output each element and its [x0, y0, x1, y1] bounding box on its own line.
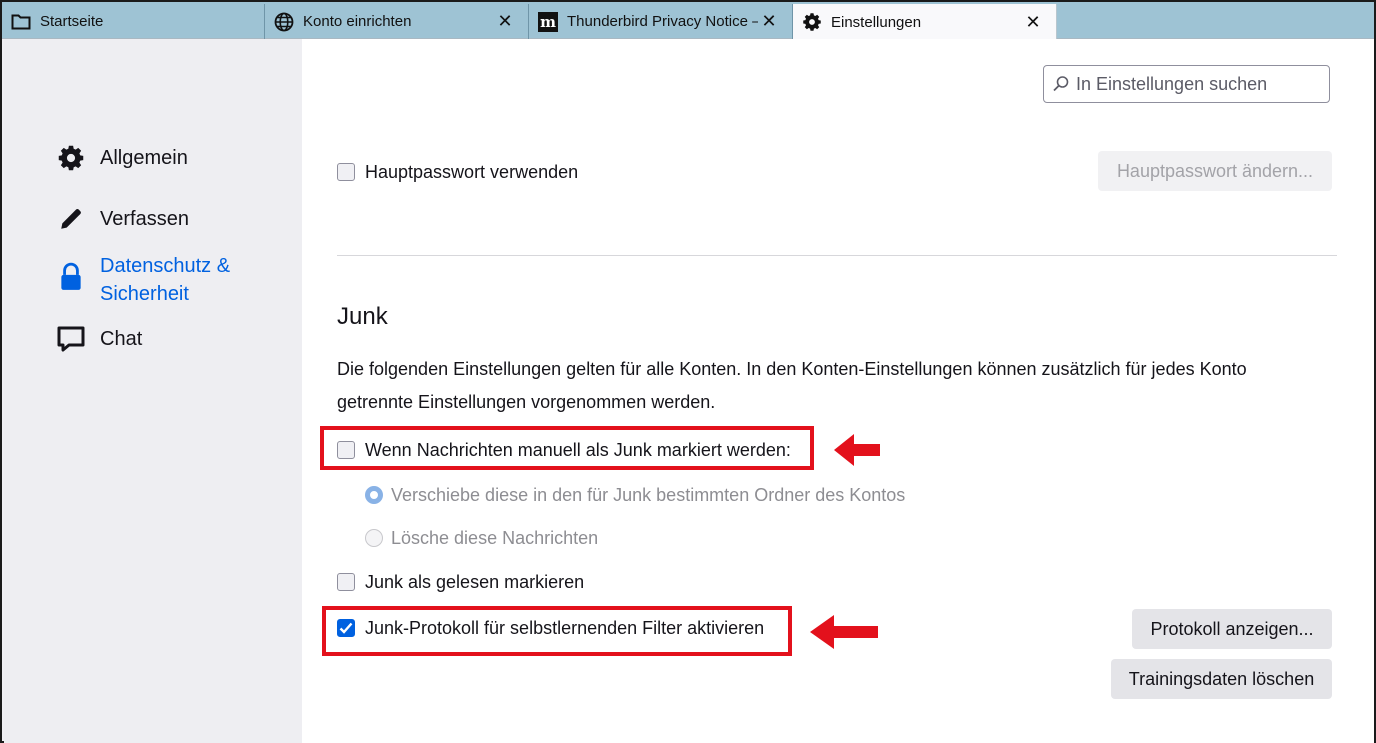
tab-einstellungen[interactable]: Einstellungen ✕: [793, 4, 1057, 40]
search-icon: [1053, 76, 1069, 92]
close-icon[interactable]: ✕: [758, 11, 780, 33]
mark-read-checkbox[interactable]: [337, 573, 355, 591]
sidebar-item-chat[interactable]: Chat: [56, 324, 142, 354]
sidebar-item-label: Verfassen: [100, 208, 189, 230]
tab-label: Konto einrichten: [303, 13, 412, 30]
globe-icon: [274, 12, 294, 32]
mark-read-row[interactable]: Junk als gelesen markieren: [337, 571, 584, 593]
sidebar-item-verfassen[interactable]: Verfassen: [56, 204, 189, 234]
sidebar: Allgemein Verfassen Datenschutz & Sicher…: [4, 39, 302, 743]
radio-move[interactable]: [365, 486, 383, 504]
search-input[interactable]: [1074, 72, 1318, 96]
master-password-row[interactable]: Hauptpasswort verwenden: [337, 161, 578, 183]
tab-startseite[interactable]: Startseite: [2, 4, 265, 39]
tab-bar: Startseite Konto einrichten ✕ m Thunderb…: [2, 2, 1374, 40]
sidebar-item-datenschutz[interactable]: Datenschutz & Sicherheit: [56, 252, 230, 308]
highlight-box: [320, 426, 814, 470]
master-password-label: Hauptpasswort verwenden: [365, 161, 579, 182]
sidebar-item-label-line2: Sicherheit: [100, 283, 189, 305]
mark-read-label: Junk als gelesen markieren: [365, 571, 585, 592]
highlight-box: [322, 606, 792, 656]
sidebar-item-label-line1: Datenschutz &: [100, 255, 231, 277]
folder-icon: [11, 12, 31, 32]
show-log-button[interactable]: Protokoll anzeigen...: [1132, 609, 1332, 649]
reset-training-button[interactable]: Trainingsdaten löschen: [1111, 659, 1332, 699]
radio-delete[interactable]: [365, 529, 383, 547]
arrow-left-icon: [834, 434, 880, 466]
tab-konto-einrichten[interactable]: Konto einrichten ✕: [265, 4, 529, 39]
sidebar-item-label: Datenschutz & Sicherheit: [100, 252, 230, 308]
section-heading-junk: Junk: [337, 302, 388, 330]
mozilla-m-icon: m: [538, 11, 558, 32]
settings-content: Hauptpasswort verwenden Hauptpasswort än…: [302, 39, 1374, 743]
section-divider: [337, 255, 1337, 256]
change-master-password-button[interactable]: Hauptpasswort ändern...: [1098, 151, 1332, 191]
close-icon[interactable]: ✕: [1022, 11, 1044, 33]
tab-label: Startseite: [40, 13, 104, 30]
radio-delete-row[interactable]: Lösche diese Nachrichten: [365, 527, 598, 549]
radio-delete-label: Lösche diese Nachrichten: [391, 527, 599, 548]
svg-text:m: m: [540, 13, 556, 31]
sidebar-item-label: Chat: [100, 328, 143, 350]
gear-icon: [56, 143, 86, 173]
sidebar-item-allgemein[interactable]: Allgemein: [56, 143, 188, 173]
arrow-left-icon: [810, 615, 878, 649]
tab-label: Einstellungen: [831, 13, 922, 31]
chat-bubble-icon: [56, 324, 86, 354]
master-password-checkbox[interactable]: [337, 163, 355, 181]
gear-icon: [802, 12, 822, 32]
tab-privacy-notice[interactable]: m Thunderbird Privacy Notice — ✕: [529, 4, 793, 39]
junk-description: Die folgenden Einstellungen gelten für a…: [337, 359, 1247, 412]
pencil-icon: [56, 204, 86, 234]
close-icon[interactable]: ✕: [494, 11, 516, 33]
lock-icon: [56, 262, 86, 292]
search-box[interactable]: [1043, 65, 1330, 103]
radio-move-label: Verschiebe diese in den für Junk bestimm…: [391, 484, 906, 505]
tab-label: Thunderbird Privacy Notice —: [567, 13, 758, 30]
radio-move-row[interactable]: Verschiebe diese in den für Junk bestimm…: [365, 484, 905, 506]
sidebar-item-label: Allgemein: [100, 147, 188, 169]
